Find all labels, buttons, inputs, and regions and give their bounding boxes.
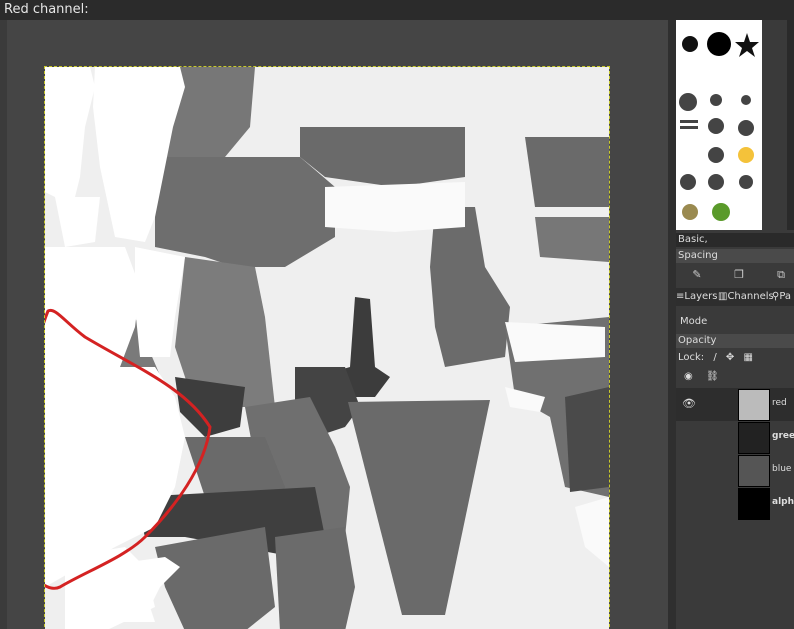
- channel-thumbnail: [738, 422, 770, 454]
- brush-preset-grid[interactable]: [676, 20, 762, 230]
- opacity-label: Opacity: [678, 335, 717, 346]
- canvas-vertical-scrollbar[interactable]: [668, 20, 676, 629]
- channel-row-blue[interactable]: blue: [676, 454, 794, 487]
- brushes-scrollbar[interactable]: [787, 20, 794, 230]
- window-title: Red channel:: [0, 0, 794, 20]
- channel-row-red[interactable]: 👁 red: [676, 388, 794, 421]
- duplicate-brush-icon[interactable]: ⧉: [774, 268, 788, 282]
- red-annotation-outline: [45, 308, 212, 590]
- lock-label: Lock:: [678, 352, 705, 363]
- lock-pixels-icon[interactable]: /: [713, 352, 716, 363]
- channel-header: ◉ ⛓: [676, 369, 794, 385]
- brush-preset-label[interactable]: Basic,: [676, 233, 794, 247]
- channel-thumbnail: [738, 488, 770, 520]
- mode-label: Mode: [680, 316, 708, 327]
- channel-row-green[interactable]: gree: [676, 421, 794, 454]
- channel-row-alpha[interactable]: alpha: [676, 487, 794, 520]
- opacity-row[interactable]: Opacity: [676, 334, 794, 348]
- tab-channels[interactable]: ▥Channels: [718, 288, 774, 306]
- tab-paths[interactable]: ⚲Pa: [772, 288, 791, 306]
- edit-brush-icon[interactable]: ✎: [690, 268, 704, 282]
- channel-name[interactable]: gree: [772, 431, 794, 441]
- tab-layers[interactable]: ≡Layers: [676, 288, 717, 306]
- brushes-panel: [676, 20, 794, 230]
- channel-thumbnail: [738, 455, 770, 487]
- visibility-header-icon: ◉: [684, 371, 693, 382]
- new-brush-icon[interactable]: ❐: [732, 268, 746, 282]
- brush-thumbnails: [679, 32, 759, 221]
- right-dock: Basic, Spacing ✎ ❐ ⧉ ≡Layers ▥Channels ⚲…: [676, 20, 794, 629]
- mode-row[interactable]: Mode: [676, 312, 794, 332]
- eye-icon[interactable]: 👁: [682, 397, 696, 410]
- channel-name[interactable]: blue: [772, 464, 794, 474]
- spacing-label[interactable]: Spacing: [676, 249, 794, 263]
- image-canvas[interactable]: [44, 66, 610, 629]
- lock-position-icon[interactable]: ✥: [726, 352, 734, 363]
- canvas-area[interactable]: [7, 20, 668, 629]
- lock-alpha-icon[interactable]: ▦: [744, 352, 753, 363]
- chain-header-icon: ⛓: [706, 371, 719, 382]
- lock-row: Lock: / ✥ ▦: [676, 350, 794, 366]
- channel-name[interactable]: alpha: [772, 497, 794, 507]
- dock-tabs: ≡Layers ▥Channels ⚲Pa: [676, 288, 794, 306]
- brush-actions: ✎ ❐ ⧉: [676, 264, 794, 288]
- channel-name[interactable]: red: [772, 398, 794, 408]
- channel-thumbnail: [738, 389, 770, 421]
